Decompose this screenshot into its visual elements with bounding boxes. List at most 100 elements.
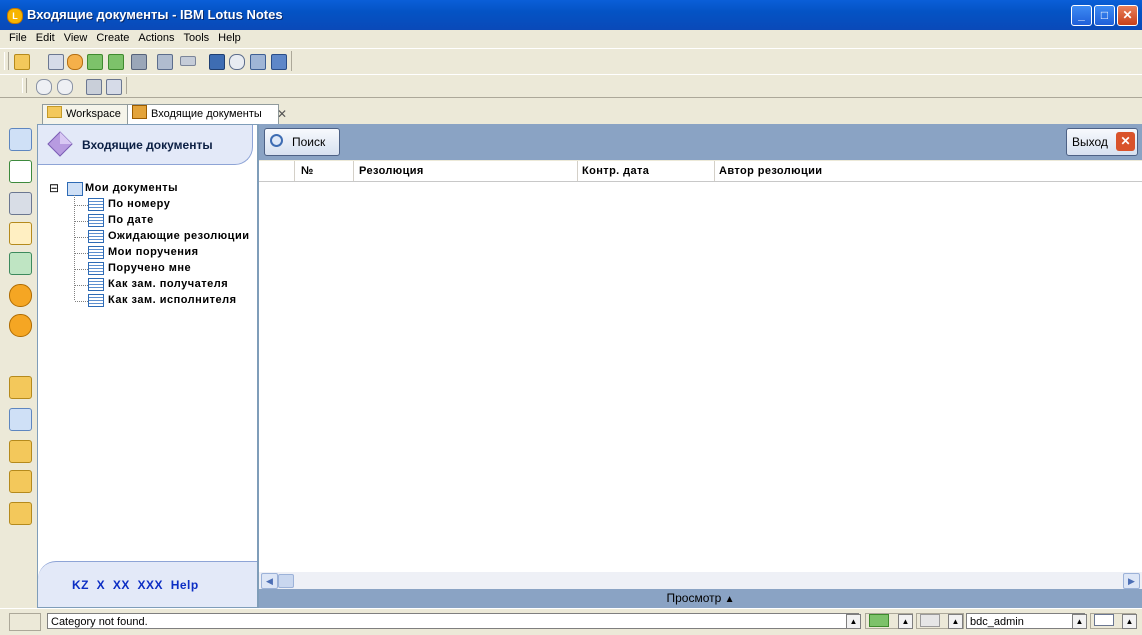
menu-view[interactable]: View <box>59 30 92 44</box>
search-icon[interactable] <box>229 54 245 70</box>
column-separator[interactable] <box>577 161 578 181</box>
trash-icon[interactable] <box>131 54 147 70</box>
status-message-dropdown[interactable]: ▲ <box>846 614 861 629</box>
print-icon[interactable] <box>48 54 64 70</box>
toolbar-divider <box>291 51 292 71</box>
folder-bookmark-icon[interactable] <box>9 440 32 463</box>
tree-item-by-date[interactable]: По дате <box>108 214 154 226</box>
diamond-icon <box>47 131 73 157</box>
chat-group-icon[interactable] <box>57 79 73 95</box>
view-icon <box>88 294 104 307</box>
online-dropdown[interactable]: ▲ <box>898 614 913 629</box>
tab-close-icon[interactable]: ✕ <box>277 105 287 123</box>
binoculars-icon[interactable] <box>209 54 225 70</box>
exit-icon: ✕ <box>1116 132 1135 151</box>
link-icon[interactable] <box>180 56 196 66</box>
tree-item-deputy-recipient[interactable]: Как зам. получателя <box>108 278 228 290</box>
contacts-icon[interactable] <box>106 79 122 95</box>
search-bookmark-icon[interactable] <box>9 314 32 337</box>
preview-label: Просмотр <box>666 591 722 605</box>
column-header-number[interactable]: № <box>301 165 314 177</box>
tree-item-by-number[interactable]: По номеру <box>108 198 170 210</box>
menu-help[interactable]: Help <box>213 30 245 44</box>
tab-workspace[interactable]: Workspace <box>42 104 133 125</box>
column-header-control-date[interactable]: Контр. дата <box>582 165 649 177</box>
user-dropdown[interactable]: ▲ <box>1072 614 1087 629</box>
applications-folder-icon[interactable] <box>9 470 32 493</box>
tree-branch <box>75 221 88 222</box>
menu-tools[interactable]: Tools <box>178 30 213 44</box>
tree-item-assigned-to-me[interactable]: Поручено мне <box>108 262 191 274</box>
document-view[interactable] <box>259 182 1142 572</box>
forward-icon[interactable] <box>87 54 103 70</box>
title-bar: L Входящие документы - IBM Lotus Notes _… <box>0 0 1142 30</box>
status-pane-left <box>9 613 41 631</box>
lotus-notes-icon[interactable]: L <box>7 8 23 24</box>
close-button[interactable]: ✕ <box>1117 5 1138 26</box>
todo-bookmark-icon[interactable] <box>9 222 32 245</box>
chat-icon[interactable] <box>36 79 52 95</box>
navigate-icon[interactable] <box>157 54 173 70</box>
mail-icon <box>1094 614 1114 626</box>
tree-item-deputy-executor[interactable]: Как зам. исполнителя <box>108 294 258 306</box>
horizontal-scrollbar[interactable]: ◀ ▶ <box>259 572 1142 589</box>
view-icon <box>88 230 104 243</box>
internet-folder-icon[interactable] <box>9 502 32 525</box>
menu-file[interactable]: File <box>0 30 31 44</box>
calendar-bookmark-icon[interactable] <box>9 160 32 183</box>
home-bookmark-icon[interactable] <box>9 128 32 151</box>
preview-toggle-icon: ▲ <box>724 594 735 605</box>
footer-links[interactable]: KZ X XX XXX Help <box>72 578 199 592</box>
open-icon[interactable] <box>14 54 30 70</box>
column-separator[interactable] <box>353 161 354 181</box>
view-icon <box>88 198 104 211</box>
preview-bar[interactable]: Просмотр ▲ <box>259 589 1142 608</box>
sametime-bookmark-icon[interactable] <box>9 284 32 307</box>
tree-expander-icon[interactable]: ⊟ <box>49 181 60 195</box>
navigator-header: Входящие документы <box>38 125 253 165</box>
menu-edit[interactable]: Edit <box>31 30 59 44</box>
toolbar-grip[interactable] <box>4 52 9 70</box>
navigator-pane: Входящие документы ⊟ Мои документы По но… <box>37 124 258 608</box>
replicator-bookmark-icon[interactable] <box>9 252 32 275</box>
user-name[interactable]: bdc_admin <box>966 613 1085 629</box>
column-header-resolution[interactable]: Резолюция <box>359 165 424 177</box>
minimize-button[interactable]: _ <box>1071 5 1092 26</box>
scroll-right-button[interactable]: ▶ <box>1123 573 1140 589</box>
navigator-title: Входящие документы <box>82 138 213 152</box>
maximize-button[interactable]: □ <box>1094 5 1115 26</box>
search-button[interactable]: Поиск <box>264 128 340 156</box>
properties-icon[interactable] <box>250 54 266 70</box>
contacts-bookmark-icon[interactable] <box>9 192 32 215</box>
tree-root-my-documents[interactable]: Мои документы <box>85 182 178 194</box>
tab-incoming-documents[interactable]: Входящие документы ✕ <box>127 104 287 125</box>
tree-item-my-assignments[interactable]: Мои поручения <box>108 246 199 258</box>
search-button-label: Поиск <box>292 135 326 149</box>
universal-toolbar <box>0 48 1142 75</box>
stop-icon[interactable] <box>67 54 83 70</box>
mail-dropdown[interactable]: ▲ <box>1122 614 1137 629</box>
menu-bar: File Edit View Create Actions Tools Help <box>0 30 1142 48</box>
exit-button-label: Выход <box>1072 135 1108 149</box>
refresh-icon[interactable] <box>271 54 287 70</box>
documents-folder-icon <box>67 182 83 196</box>
tree-item-awaiting-resolution[interactable]: Ожидающие резолюции <box>108 230 258 242</box>
toolbar-grip[interactable] <box>22 78 27 93</box>
people-icon[interactable] <box>86 79 102 95</box>
reply-icon[interactable] <box>108 54 124 70</box>
location-dropdown[interactable]: ▲ <box>948 614 963 629</box>
workspace-bookmark-icon[interactable] <box>9 408 32 431</box>
column-header-resolution-author[interactable]: Автор резолюции <box>719 165 822 177</box>
scroll-thumb[interactable] <box>278 574 294 588</box>
menu-actions[interactable]: Actions <box>133 30 178 44</box>
view-icon <box>88 262 104 275</box>
column-separator[interactable] <box>294 161 295 181</box>
folder-icon <box>47 106 62 118</box>
exit-button[interactable]: Выход ✕ <box>1066 128 1138 156</box>
database-icon <box>132 105 147 119</box>
databases-folder-icon[interactable] <box>9 376 32 399</box>
column-separator[interactable] <box>714 161 715 181</box>
scroll-left-button[interactable]: ◀ <box>261 573 278 589</box>
menu-create[interactable]: Create <box>91 30 133 44</box>
secondary-toolbar <box>0 74 1142 98</box>
